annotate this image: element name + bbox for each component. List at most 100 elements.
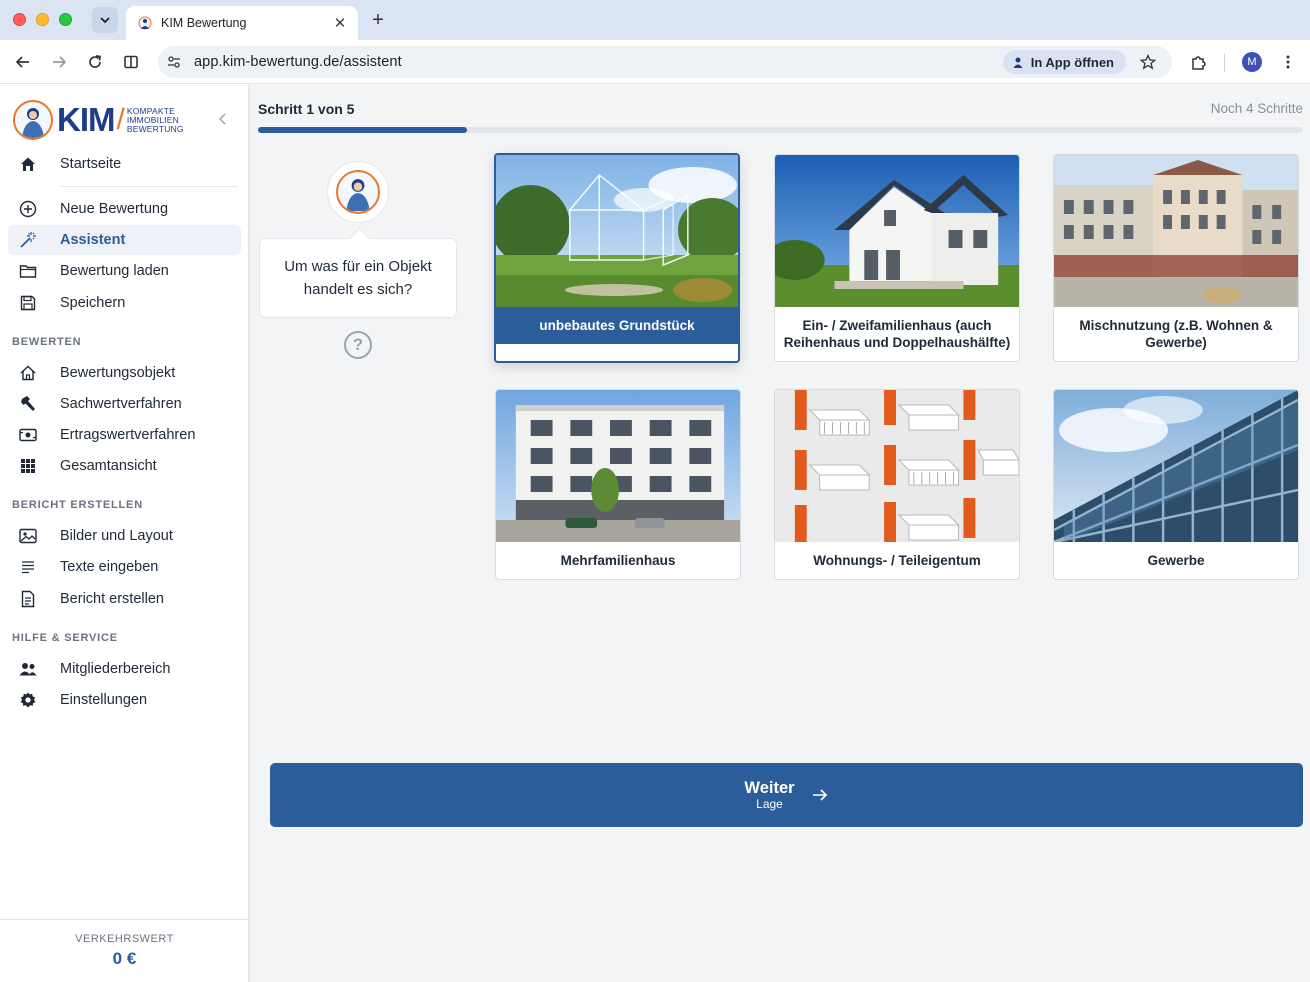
sidebar: KIM / KOMPAKTE IMMOBILIEN BEWERTUNG Star… — [0, 84, 249, 982]
home-icon — [18, 154, 38, 174]
document-icon — [18, 589, 38, 609]
sidebar-item-label: Neue Bewertung — [60, 201, 169, 217]
sidebar-item-label: Speichern — [60, 295, 126, 311]
option-label: Ein- / Zweifamilienhaus (auch Reihenhaus… — [783, 318, 1011, 350]
money-icon — [18, 425, 38, 445]
remaining-steps: Noch 4 Schritte — [1210, 101, 1303, 116]
option-label: unbebautes Grundstück — [496, 307, 738, 344]
sidebar-item-bewertungsobjekt[interactable]: Bewertungsobjekt — [8, 358, 241, 388]
kim-logo[interactable]: KIM / KOMPAKTE IMMOBILIEN BEWERTUNG — [13, 100, 184, 140]
single-family-house-image — [775, 155, 1019, 307]
apartment-building-image — [496, 390, 740, 542]
sidebar-item-texte-eingeben[interactable]: Texte eingeben — [8, 552, 241, 582]
open-in-app-button[interactable]: In App öffnen — [1002, 50, 1126, 74]
option-card-wohnungseigentum[interactable]: Wohnungs- / Teileigentum — [774, 389, 1020, 580]
text-lines-icon — [18, 557, 38, 577]
progress-bar-fill — [258, 127, 467, 133]
logo-name: KIM — [57, 101, 115, 138]
sidebar-item-label: Bilder und Layout — [60, 528, 173, 544]
maximize-window-button[interactable] — [59, 13, 72, 26]
puzzle-icon — [1191, 55, 1206, 70]
next-button-label: Weiter — [744, 779, 795, 797]
sidebar-item-sachwertverfahren[interactable]: Sachwertverfahren — [8, 389, 241, 419]
sidebar-item-label: Sachwertverfahren — [60, 396, 182, 412]
sidebar-item-assistent[interactable]: Assistent — [8, 225, 241, 255]
help-icon[interactable]: ? — [344, 331, 372, 359]
split-view-icon — [124, 55, 138, 69]
option-label-spacer — [496, 344, 738, 361]
market-value-panel: VERKEHRSWERT 0 € — [0, 919, 249, 982]
users-icon — [18, 659, 38, 679]
minimize-window-button[interactable] — [36, 13, 49, 26]
option-label: Mehrfamilienhaus — [560, 553, 676, 568]
gear-icon — [18, 690, 38, 710]
option-card-einfamilienhaus[interactable]: Ein- / Zweifamilienhaus (auch Reihenhaus… — [774, 154, 1020, 362]
option-label: Gewerbe — [1147, 553, 1205, 568]
reload-icon — [89, 55, 101, 68]
browser-tabbar: KIM Bewertung ✕ + — [0, 0, 1310, 40]
new-tab-button[interactable]: + — [366, 8, 390, 32]
logo-slash: / — [116, 103, 125, 136]
next-button[interactable]: Weiter Lage — [270, 763, 1303, 827]
option-card-mischnutzung[interactable]: Mischnutzung (z.B. Wohnen & Gewerbe) — [1053, 154, 1299, 362]
sidebar-divider — [60, 186, 238, 187]
site-info-icon[interactable] — [164, 52, 184, 72]
image-icon — [18, 526, 38, 546]
assistant-avatar — [327, 161, 389, 223]
bookmark-button[interactable] — [1136, 50, 1160, 74]
option-card-mehrfamilienhaus[interactable]: Mehrfamilienhaus — [495, 389, 741, 580]
sidebar-item-mitgliederbereich[interactable]: Mitgliederbereich — [8, 654, 241, 684]
address-bar[interactable]: app.kim-bewertung.de/assistent In App öf… — [158, 46, 1172, 78]
reload-button[interactable] — [83, 50, 107, 74]
sidebar-item-gesamtansicht[interactable]: Gesamtansicht — [8, 451, 241, 481]
tab-list-button[interactable] — [92, 7, 118, 33]
browser-tab[interactable]: KIM Bewertung ✕ — [126, 6, 358, 40]
vacant-land-image — [496, 155, 738, 307]
sidebar-item-ertragswertverfahren[interactable]: Ertragswertverfahren — [8, 420, 241, 450]
tab-close-icon[interactable]: ✕ — [328, 11, 352, 35]
sidebar-item-label: Bewertungsobjekt — [60, 365, 176, 381]
option-card-grundstueck[interactable]: unbebautes Grundstück — [494, 153, 740, 363]
sidebar-item-speichern[interactable]: Speichern — [8, 288, 241, 318]
sidebar-item-startseite[interactable]: Startseite — [8, 149, 241, 179]
sidebar-item-label: Ertragswertverfahren — [60, 427, 196, 443]
forward-button[interactable] — [47, 50, 71, 74]
plus-circle-icon — [18, 199, 38, 219]
extensions-button[interactable] — [1186, 50, 1210, 74]
profile-avatar[interactable]: M — [1242, 52, 1262, 72]
open-in-app-label: In App öffnen — [1030, 54, 1114, 70]
option-label: Wohnungs- / Teileigentum — [813, 553, 981, 568]
section-heading-hilfe: HILFE & SERVICE — [12, 632, 118, 644]
section-heading-bericht: BERICHT ERSTELLEN — [12, 499, 143, 511]
next-button-text: Weiter Lage — [744, 779, 794, 811]
sidebar-item-bewertung-laden[interactable]: Bewertung laden — [8, 256, 241, 286]
collapse-sidebar-icon[interactable] — [214, 110, 232, 128]
sidebar-item-label: Bewertung laden — [60, 263, 169, 279]
save-icon — [18, 293, 38, 313]
close-window-button[interactable] — [13, 13, 26, 26]
kim-favicon-icon — [138, 16, 152, 30]
sidebar-item-neue-bewertung[interactable]: Neue Bewertung — [8, 194, 241, 224]
section-heading-bewerten: BEWERTEN — [12, 336, 82, 348]
folder-icon — [18, 261, 38, 281]
toolbar-divider — [1224, 54, 1225, 72]
browser-toolbar: app.kim-bewertung.de/assistent In App öf… — [0, 40, 1310, 84]
sidebar-item-bilder-und-layout[interactable]: Bilder und Layout — [8, 521, 241, 551]
browser-menu-button[interactable] — [1276, 50, 1300, 74]
sidebar-item-label: Startseite — [60, 156, 122, 172]
option-card-gewerbe[interactable]: Gewerbe — [1053, 389, 1299, 580]
arrow-right-icon — [812, 789, 827, 801]
commercial-building-image — [1054, 390, 1298, 542]
tab-title: KIM Bewertung — [161, 16, 247, 30]
split-view-button[interactable] — [119, 50, 143, 74]
logo-tagline: KOMPAKTE IMMOBILIEN BEWERTUNG — [126, 106, 184, 134]
back-button[interactable] — [11, 50, 35, 74]
sidebar-item-einstellungen[interactable]: Einstellungen — [8, 685, 241, 715]
sidebar-item-label: Mitgliederbereich — [60, 661, 171, 677]
logo-tagline-line: BEWERTUNG — [126, 123, 184, 134]
sidebar-item-bericht-erstellen[interactable]: Bericht erstellen — [8, 584, 241, 614]
sidebar-item-label: Texte eingeben — [60, 559, 159, 575]
option-label: Mischnutzung (z.B. Wohnen & Gewerbe) — [1079, 318, 1273, 350]
grid-icon — [18, 456, 38, 476]
arrow-right-icon — [53, 56, 67, 68]
